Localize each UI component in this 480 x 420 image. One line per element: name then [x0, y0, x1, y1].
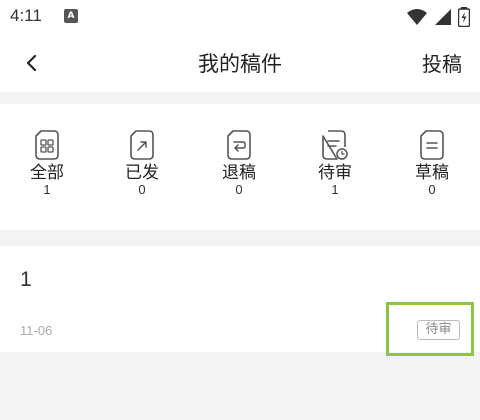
submit-manuscript-button[interactable]: 投稿: [422, 48, 462, 77]
tab-count: 0: [235, 182, 243, 197]
tab-count: 0: [138, 182, 146, 197]
tab-label: 退稿: [222, 163, 256, 183]
tab-sent[interactable]: 已发 0: [112, 130, 172, 197]
battery-icon: [458, 7, 470, 27]
tab-count: 0: [428, 182, 436, 197]
tab-pending[interactable]: 待审 1: [305, 130, 365, 197]
tab-count: 1: [43, 182, 51, 197]
tab-label: 待审: [318, 163, 352, 183]
status-indicators: [406, 7, 470, 27]
tab-returned[interactable]: 退稿 0: [209, 130, 269, 197]
signal-icon: [435, 9, 451, 25]
sent-document-icon: [130, 130, 154, 160]
draft-document-icon: [420, 130, 444, 160]
pending-document-icon: [322, 130, 348, 160]
tab-draft[interactable]: 草稿 0: [402, 130, 462, 197]
page-title: 我的稿件: [198, 52, 282, 76]
header-bar: 我的稿件 投稿: [0, 34, 480, 92]
category-tabs: 全部 1 已发 0 退稿 0 待审 1 草稿 0: [0, 104, 480, 230]
grid-document-icon: [35, 130, 59, 160]
status-badge: 待审: [417, 320, 460, 340]
tab-label: 已发: [125, 163, 159, 183]
tab-count: 1: [331, 182, 339, 197]
status-bar: 4:11 A: [0, 0, 480, 34]
tab-label: 草稿: [415, 163, 449, 183]
wifi-icon: [407, 9, 427, 25]
status-time: 4:11: [10, 6, 42, 25]
tab-label: 全部: [30, 163, 64, 183]
manuscript-card[interactable]: 1 11-06 待审: [0, 246, 480, 356]
manuscript-title: 1: [20, 268, 32, 291]
manuscript-date: 11-06: [20, 323, 53, 338]
app-notification-icon: A: [64, 9, 78, 23]
tab-all[interactable]: 全部 1: [17, 130, 77, 197]
returned-document-icon: [227, 130, 251, 160]
